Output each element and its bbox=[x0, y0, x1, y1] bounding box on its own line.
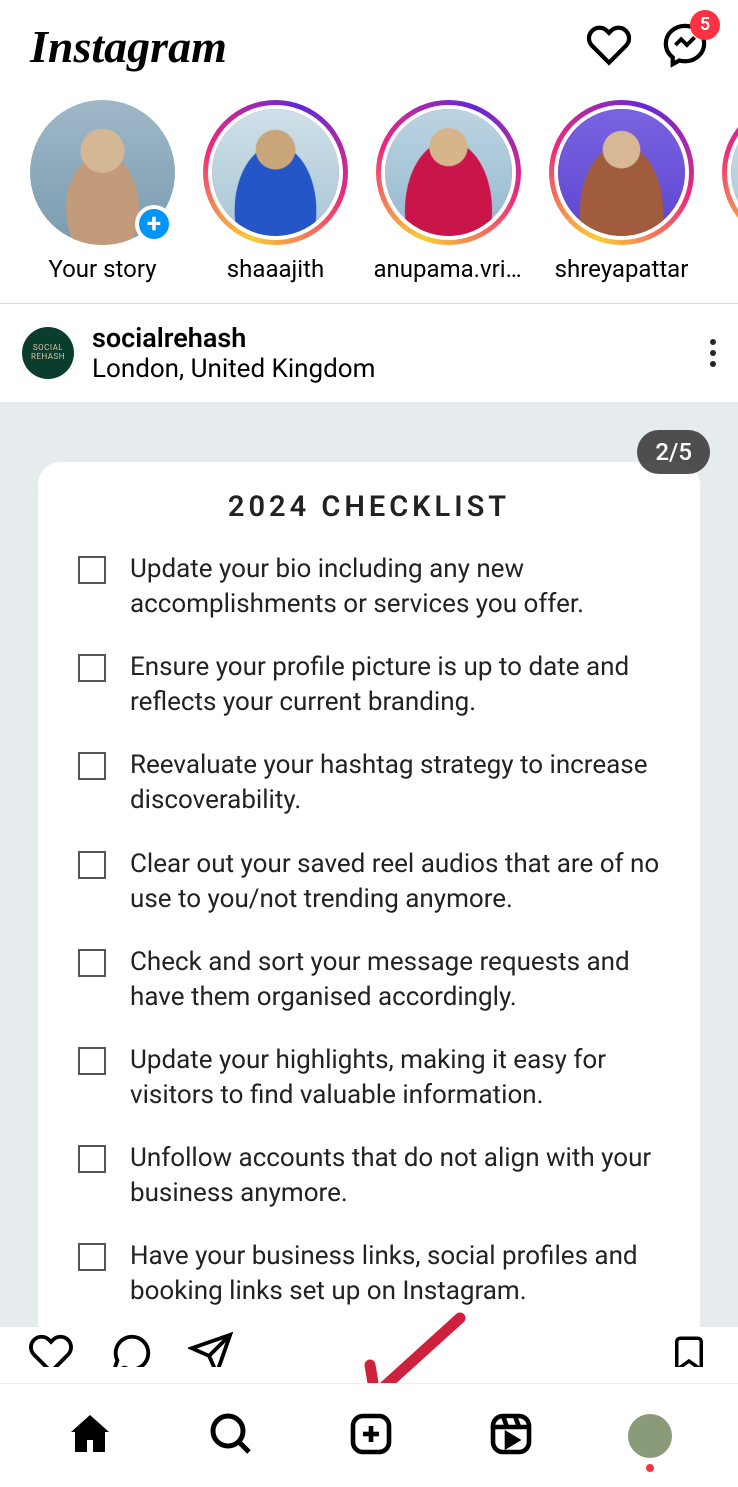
story-ring bbox=[549, 100, 694, 245]
checklist-item: Have your business links, social profile… bbox=[78, 1239, 660, 1309]
story-avatar bbox=[381, 105, 516, 240]
checklist-item: Unfollow accounts that do not align with… bbox=[78, 1141, 660, 1211]
post-author-avatar[interactable]: SOCIAL REHASH bbox=[22, 327, 74, 379]
checklist-text: Update your highlights, making it easy f… bbox=[130, 1043, 660, 1113]
story-item[interactable]: anupama.vrik… bbox=[376, 100, 521, 283]
stories-tray[interactable]: + Your story shaaajith anupama.vrik… shreyap… bbox=[0, 88, 738, 304]
story-item[interactable]: + Your story bbox=[30, 100, 175, 283]
checklist-text: Update your bio including any new accomp… bbox=[130, 552, 660, 622]
checklist-item: Ensure your profile picture is up to dat… bbox=[78, 650, 660, 720]
checklist-card: 2024 CHECKLIST Update your bio including… bbox=[38, 462, 700, 1350]
story-avatar bbox=[554, 105, 689, 240]
checklist-title: 2024 CHECKLIST bbox=[78, 490, 660, 524]
checkbox-icon bbox=[78, 1145, 106, 1173]
checklist-items: Update your bio including any new accomp… bbox=[78, 552, 660, 1310]
home-icon bbox=[66, 1410, 114, 1458]
checklist-text: Have your business links, social profile… bbox=[130, 1239, 660, 1309]
story-item[interactable]: shreyapattar bbox=[549, 100, 694, 283]
checkbox-icon bbox=[78, 752, 106, 780]
story-item[interactable]: s bbox=[722, 100, 738, 283]
instagram-logo[interactable]: Instagram bbox=[30, 20, 227, 73]
reels-icon bbox=[487, 1410, 535, 1458]
messenger-button[interactable]: 5 bbox=[662, 22, 708, 72]
messenger-badge: 5 bbox=[690, 10, 720, 40]
checklist-item: Clear out your saved reel audios that ar… bbox=[78, 847, 660, 917]
checkbox-icon bbox=[78, 949, 106, 977]
checklist-text: Unfollow accounts that do not align with… bbox=[130, 1141, 660, 1211]
profile-avatar-icon bbox=[628, 1414, 672, 1458]
header-actions: 5 bbox=[586, 22, 708, 72]
plus-square-icon bbox=[347, 1410, 395, 1458]
checklist-text: Ensure your profile picture is up to dat… bbox=[130, 650, 660, 720]
story-label: shaaajith bbox=[227, 255, 324, 283]
post-author-meta[interactable]: socialrehash London, United Kingdom bbox=[92, 322, 692, 384]
like-icon[interactable] bbox=[28, 1331, 74, 1367]
add-story-icon: + bbox=[135, 205, 173, 243]
comment-icon[interactable] bbox=[108, 1331, 154, 1367]
post-actions bbox=[0, 1327, 738, 1367]
checklist-item: Update your highlights, making it easy f… bbox=[78, 1043, 660, 1113]
checkbox-icon bbox=[78, 1047, 106, 1075]
post-more-button[interactable] bbox=[710, 339, 716, 367]
bookmark-icon[interactable] bbox=[668, 1333, 710, 1367]
story-label: Your story bbox=[48, 255, 156, 283]
checklist-item: Reevaluate your hashtag strategy to incr… bbox=[78, 748, 660, 818]
checklist-item: Check and sort your message requests and… bbox=[78, 945, 660, 1015]
search-icon bbox=[207, 1410, 255, 1458]
story-ring bbox=[376, 100, 521, 245]
story-item[interactable]: shaaajith bbox=[203, 100, 348, 283]
story-avatar bbox=[727, 105, 738, 240]
app-header: Instagram 5 bbox=[0, 0, 738, 88]
checklist-text: Reevaluate your hashtag strategy to incr… bbox=[130, 748, 660, 818]
story-ring bbox=[203, 100, 348, 245]
nav-search[interactable] bbox=[207, 1410, 255, 1462]
post-header: SOCIAL REHASH socialrehash London, Unite… bbox=[0, 304, 738, 402]
nav-profile[interactable] bbox=[628, 1414, 672, 1458]
nav-create[interactable] bbox=[347, 1410, 395, 1462]
story-label: anupama.vrik… bbox=[374, 255, 524, 283]
heart-icon bbox=[586, 22, 632, 68]
story-ring bbox=[722, 100, 738, 245]
post-location: London, United Kingdom bbox=[92, 354, 692, 384]
share-icon[interactable] bbox=[188, 1331, 234, 1367]
checkbox-icon bbox=[78, 556, 106, 584]
checkbox-icon bbox=[78, 1243, 106, 1271]
checkbox-icon bbox=[78, 654, 106, 682]
nav-reels[interactable] bbox=[487, 1410, 535, 1462]
post-media[interactable]: 2/5 2024 CHECKLIST Update your bio inclu… bbox=[0, 402, 738, 1327]
nav-home[interactable] bbox=[66, 1410, 114, 1462]
post-username: socialrehash bbox=[92, 322, 692, 354]
activity-button[interactable] bbox=[586, 22, 632, 72]
bottom-nav bbox=[0, 1383, 738, 1487]
checkbox-icon bbox=[78, 851, 106, 879]
story-avatar bbox=[208, 105, 343, 240]
checklist-item: Update your bio including any new accomp… bbox=[78, 552, 660, 622]
carousel-indicator: 2/5 bbox=[637, 430, 710, 474]
story-label: shreyapattar bbox=[555, 255, 689, 283]
story-ring: + bbox=[30, 100, 175, 245]
checklist-text: Check and sort your message requests and… bbox=[130, 945, 660, 1015]
checklist-text: Clear out your saved reel audios that ar… bbox=[130, 847, 660, 917]
